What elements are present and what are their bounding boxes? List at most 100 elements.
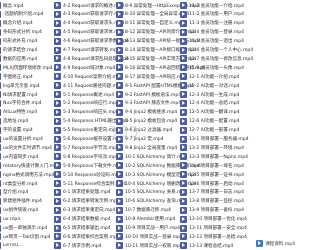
file-item[interactable]: 字图修正.mp4 [0,72,33,81]
file-item[interactable]: 10-11 项目实战—权限.mp4 [116,241,183,250]
file-item[interactable]: 10-9 项目实战—用户.mp4 [116,224,180,233]
file-item[interactable]: 11-6 会员功能—个人中心.mp4 [180,46,253,55]
file-item[interactable]: 12-3 AI功能—生成.mp4 [180,90,239,99]
file-item[interactable]: 11-7 会员功能—修改信息.mp4 [180,54,253,63]
file-item[interactable]: NI请求配置.mp4 [0,90,37,99]
file-item[interactable]: -话题机制介绍.mp4 [0,10,43,19]
file-item[interactable]: 12-7 AI功能—部署.mp4 [180,126,239,135]
file-item[interactable]: 13-2 项目部署—环境.mp4 [180,143,244,152]
file-item[interactable]: 6-7 请求示例.mp4 [54,241,102,250]
file-item[interactable]: 13-9 项目部署—备份.mp4 [180,206,244,215]
file-item[interactable]: 10-5 SQLAlchemy 关系.mp4 [116,188,187,197]
file-item[interactable]: 新建组件插件.mp4 [0,197,42,206]
file-item[interactable]: ux的文件实时调节.mp4 [0,143,52,152]
file-item[interactable]: 4-3 Request获取请求行.mp4 [54,10,124,19]
file-item[interactable]: 概念.mp4 [0,1,24,10]
file-item[interactable]: 5-9 Response下载文件.mp4 [54,161,123,170]
file-item[interactable]: rotatory快速计算入门.mp4 [0,161,60,170]
file-item[interactable]: 9-8 Jinja2 全局变量.mp4 [116,143,177,152]
file-item[interactable]: 4-4 Request获取请求头.mp4 [54,19,124,28]
file-item[interactable]: 10-6 SQLAlchemy 查询.mp4 [116,197,187,206]
file-item[interactable]: 11-5 会员功能—退出.mp4 [180,37,244,46]
file-item[interactable]: 13-3 项目部署—Nginx.mp4 [180,152,248,161]
file-item[interactable]: 5-8 Response字符流.mp4 [54,152,119,161]
file-item[interactable]: 8-11 异常处理—自定义.mp4 [116,19,185,28]
file-item[interactable]: 的请求结合.mp4 [0,46,37,55]
file-item[interactable]: 6-4 请求结果数据.mp4 [54,215,111,224]
file-item[interactable]: 11-8 会员功能—头像.mp4 [180,63,244,72]
file-item[interactable]: 5-6 Response缓存设置.mp4 [54,135,123,144]
file-item[interactable]: 9-6 Jinja2 过滤器.mp4 [116,126,173,135]
file-item[interactable]: 12-1 AI功能—介绍.mp4 [180,72,239,81]
file-item[interactable]: 9-2 FastAPI 模板语法.mp4 [116,90,181,99]
file-item[interactable]: 12-5 AI功能—翻译.mp4 [180,108,239,117]
file-item-badge[interactable]: 课程资料.mp4 [254,239,297,248]
file-item[interactable]: 4-10 Request案例介绍.mp4 [54,72,123,81]
file-item[interactable]: 5-5 Response重定向.mp4 [54,126,119,135]
file-item[interactable]: 5-7 Response字节流.mp4 [54,143,119,152]
file-item[interactable]: 6-1 请求结果处理.mp4 [54,188,111,197]
file-item[interactable]: 概念介绍.mp4 [0,19,33,28]
file-item[interactable]: ux.mp4 [0,215,20,224]
video-file-icon [116,215,123,223]
file-item[interactable]: 9-4 Jinja2 模板继承.mp4 [116,108,177,117]
file-item[interactable]: 13-8 项目部署—监控.mp4 [180,197,244,206]
file-item[interactable]: MLXJ页面环境修改.mp4 [0,63,53,72]
file-item[interactable]: Ing单元示意.mp4 [0,81,40,90]
file-item[interactable]: 10-7 数据库迁移.mp4 [116,206,171,215]
file-item[interactable]: 型介绍.mp4 [0,188,28,197]
file-item[interactable]: ux的设置分析.mp4 [0,135,43,144]
file-item[interactable]: 13-1 项目部署—服务器.mp4 [180,135,249,144]
file-item[interactable]: 5-10 Response验证码.mp4 [54,170,122,179]
file-item[interactable]: 字的设置.mp4 [0,126,33,135]
file-item[interactable]: 5-3 Response响应头.mp4 [54,108,119,117]
file-item[interactable]: 13-6 项目部署—启动.mp4 [180,179,244,188]
file-item[interactable]: 6-5 请求结果输出.mp4 [54,224,111,233]
file-item[interactable]: 数据的应用.mp4 [0,54,37,63]
file-item[interactable]: 13-13 课程总结.mp4 [180,241,233,250]
file-item[interactable]: 9-5 Jinja2 模板包含.mp4 [116,117,177,126]
file-item[interactable]: 13-4 项目部署—域名.mp4 [180,161,244,170]
file-item[interactable]: 11-2 会员功能—用户.mp4 [180,10,244,19]
file-item[interactable]: 8-10 异常处理—全局异常.mp4 [116,10,189,19]
file-item[interactable]: 12-4 AI功能—总结.mp4 [180,99,239,108]
file-item[interactable]: 13-11 项目部署—安全.mp4 [180,224,247,233]
file-item[interactable]: 8-17 异常处理—API响应.mp4 [116,72,187,81]
file-item[interactable]: 10-8 Alembic使用.mp4 [116,215,175,224]
file-item[interactable]: ux图—单独演示.mp4 [0,224,47,233]
file-item[interactable]: 10-1 SQLAlchemy 简介.mp4 [116,152,187,161]
file-item[interactable]: 9-3 FastAPI 静态文件.mp4 [116,99,181,108]
file-item[interactable]: 4-2 Request请求的概述.mp4 [54,1,124,10]
file-item[interactable]: nt类型分析.mp4 [0,179,37,188]
file-item[interactable]: 11-1 会员功能—介绍.mp4 [180,1,244,10]
file-item[interactable]: AllLux特性.mp4 [0,108,37,117]
file-item[interactable]: 5-2 Response响应行.mp4 [54,99,119,108]
file-item[interactable]: 13-7 项目部署—日志.mp4 [180,188,244,197]
file-item[interactable]: ux网页—Tab切割.mp4 [0,232,50,241]
file-item[interactable]: 13-12 项目部署—总结.mp4 [180,232,247,241]
file-item[interactable]: 4-9 Request域对象.mp4 [54,63,115,72]
file-item[interactable]: 选地址.mp4 [0,117,28,126]
file-item[interactable]: 6-3 请求结果重定向.mp4 [54,206,115,215]
file-item[interactable]: 11-4 会员功能—登录.mp4 [180,28,244,37]
file-item[interactable]: 4-5 Request获取请求体.mp4 [54,28,124,37]
file-item[interactable]: Nux字符合并.mp4 [0,99,42,108]
file-item[interactable]: 6-6 请求结果综合案例.mp4 [54,232,120,241]
file-item[interactable]: 4-11 Request路径问题.mp4 [54,81,123,90]
file-item[interactable]: 5-1 Response概述.mp4 [54,90,114,99]
file-item[interactable]: 12-6 AI功能—配置.mp4 [180,117,239,126]
file-item[interactable]: 11-3 会员功能—注册.mp4 [180,19,244,28]
file-item[interactable]: 条码形式分析.mp4 [0,28,42,37]
file-item[interactable]: ux组件快速.mp4 [0,206,38,215]
file-item[interactable]: 码形式补充.mp4 [0,37,37,46]
file-item[interactable]: ux内容同步.mp4 [0,152,38,161]
file-item[interactable]: 4-7 Request请求转发.mp4 [54,46,120,55]
file-item[interactable]: 13-5 项目部署—证书.mp4 [180,170,244,179]
file-item[interactable]: 10-10 项目实战—登录.mp4 [116,232,183,241]
file-item[interactable]: 12-2 AI功能—对话.mp4 [180,81,239,90]
file-item[interactable]: 13-10 项目部署—优化.mp4 [180,215,247,224]
file-item[interactable]: 9-7 Jinja2 宏.mp4 [116,135,164,144]
file-item[interactable]: 6-2 请求结果转发示例.mp4 [54,197,120,206]
file-item[interactable]: Lernd1... [0,241,23,250]
file-item[interactable]: nginx格式调用方法.mp4 [0,170,54,179]
